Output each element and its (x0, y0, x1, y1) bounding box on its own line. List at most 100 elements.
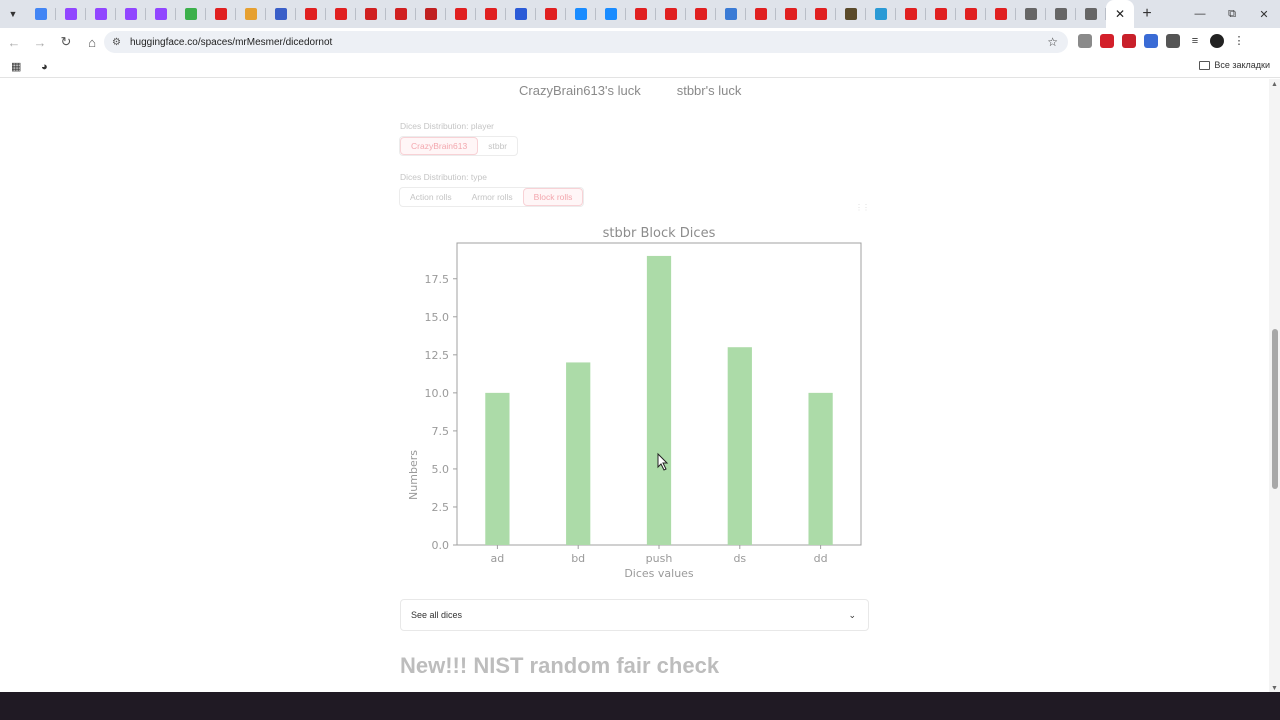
y-tick-label: 2.5 (432, 501, 450, 514)
profile-icon[interactable] (1210, 34, 1224, 48)
minimize-icon[interactable]: — (1184, 0, 1216, 28)
browser-tab[interactable] (1046, 0, 1076, 28)
ext-blue-icon[interactable] (1144, 34, 1158, 48)
browser-tab[interactable] (26, 0, 56, 28)
browser-tab[interactable] (716, 0, 746, 28)
type-option-block[interactable]: Block rolls (522, 188, 584, 206)
browser-tab[interactable] (176, 0, 206, 28)
apps-grid-icon[interactable]: ▦ (11, 61, 25, 73)
browser-tab[interactable] (596, 0, 626, 28)
url-text[interactable]: huggingface.co/spaces/mrMesmer/dicedorno… (130, 37, 332, 48)
window-close-icon[interactable]: ✕ (1248, 0, 1280, 28)
active-tab[interactable]: ✕ (1106, 0, 1134, 28)
browser-tab[interactable] (416, 0, 446, 28)
site-info-icon[interactable]: ⚙ (112, 37, 126, 48)
bookmark-star-icon[interactable]: ☆ (1047, 35, 1058, 49)
browser-tab[interactable] (116, 0, 146, 28)
scroll-up-icon[interactable]: ▲ (1271, 81, 1278, 88)
browser-tab[interactable] (626, 0, 656, 28)
player-option-crazybrain[interactable]: CrazyBrain613 (400, 137, 479, 155)
y-axis-label: Numbers (407, 450, 420, 500)
browser-tab[interactable] (296, 0, 326, 28)
youtube-icon (215, 8, 227, 20)
browser-tab[interactable] (56, 0, 86, 28)
browser-tab[interactable] (356, 0, 386, 28)
section-heading: New!!! NIST random fair check (400, 653, 720, 678)
browser-tab[interactable] (86, 0, 116, 28)
page-scrollbar[interactable]: ▲ ▼ (1269, 79, 1280, 692)
browser-tab[interactable] (866, 0, 896, 28)
x-tick-label: push (646, 552, 673, 565)
browser-tab[interactable] (746, 0, 776, 28)
new-tab-button[interactable]: + (1134, 0, 1160, 28)
reload-icon[interactable]: ↻ (54, 30, 78, 54)
ext-gray-icon[interactable] (1078, 34, 1092, 48)
browser-tab[interactable] (386, 0, 416, 28)
ext-red-icon[interactable] (1122, 34, 1136, 48)
curl-icon (395, 8, 407, 20)
type-option-armor[interactable]: Armor rolls (462, 188, 523, 206)
browser-tab[interactable] (686, 0, 716, 28)
browser-tab[interactable] (926, 0, 956, 28)
bar-dd (808, 392, 833, 545)
block-dices-chart: stbbr Block Dices 0.0 2.5 5.0 7.5 10.0 12.5 15… (407, 226, 862, 580)
seven-icon (935, 8, 947, 20)
browser-tab[interactable] (476, 0, 506, 28)
bar-push (646, 255, 672, 545)
tab-list (26, 0, 1106, 28)
back-icon[interactable]: ← (2, 30, 26, 54)
browser-tab[interactable] (446, 0, 476, 28)
twitch-icon (95, 8, 107, 20)
browser-tab[interactable] (266, 0, 296, 28)
player-option-stbbr[interactable]: stbbr (478, 137, 517, 155)
chevron-down-icon[interactable]: ⌄ (848, 610, 856, 621)
more-icon[interactable]: ⋮ (1232, 34, 1246, 48)
browser-tab[interactable] (1076, 0, 1106, 28)
forward-icon[interactable]: → (28, 30, 52, 54)
accordion-label: See all dices (411, 610, 463, 620)
bar-ds (727, 347, 752, 545)
puzzle-icon[interactable] (1166, 34, 1180, 48)
browser-tab[interactable] (656, 0, 686, 28)
address-bar[interactable]: ⚙ huggingface.co/spaces/mrMesmer/dicedor… (104, 31, 1068, 53)
y-tick-label: 12.5 (425, 349, 450, 362)
browser-tab[interactable] (236, 0, 266, 28)
youtube-icon (545, 8, 557, 20)
browser-tab[interactable] (1016, 0, 1046, 28)
globe-icon[interactable]: ◕ (41, 61, 48, 73)
drag-handle-icon[interactable]: ⋮⋮ (855, 203, 870, 212)
browser-tab[interactable] (986, 0, 1016, 28)
adblock-icon[interactable] (1100, 34, 1114, 48)
y-tick-label: 17.5 (425, 273, 450, 286)
x-tick-label: dd (814, 552, 828, 565)
twitch-icon (155, 8, 167, 20)
browser-tab[interactable] (956, 0, 986, 28)
youtube-icon (785, 8, 797, 20)
restore-icon[interactable]: ⧉ (1216, 0, 1248, 28)
browser-tab[interactable] (146, 0, 176, 28)
type-option-action[interactable]: Action rolls (400, 188, 462, 206)
scroll-thumb[interactable] (1272, 329, 1278, 489)
home-icon[interactable]: ⌂ (80, 30, 104, 54)
browser-tab[interactable] (776, 0, 806, 28)
browser-tab[interactable] (206, 0, 236, 28)
browser-tab[interactable] (896, 0, 926, 28)
browser-tab[interactable] (806, 0, 836, 28)
scroll-down-icon[interactable]: ▼ (1271, 685, 1278, 692)
browser-tab[interactable] (566, 0, 596, 28)
x-tick-label: ad (491, 552, 505, 565)
chat-icon (575, 8, 587, 20)
all-bookmarks-folder[interactable]: Все закладки (1199, 60, 1270, 70)
browser-tab[interactable] (836, 0, 866, 28)
bar-ad (485, 392, 510, 545)
youtube-icon (695, 8, 707, 20)
seven-icon (905, 8, 917, 20)
close-tab-icon[interactable]: ✕ (1115, 7, 1125, 21)
browser-tab[interactable] (326, 0, 356, 28)
menu-icon[interactable]: ≡ (1188, 34, 1202, 48)
tab-search-icon[interactable]: ▼ (0, 0, 26, 28)
y-tick-label: 7.5 (432, 425, 450, 438)
see-all-dices-accordion[interactable]: See all dices ⌄ (400, 599, 869, 631)
browser-tab[interactable] (536, 0, 566, 28)
browser-tab[interactable] (506, 0, 536, 28)
